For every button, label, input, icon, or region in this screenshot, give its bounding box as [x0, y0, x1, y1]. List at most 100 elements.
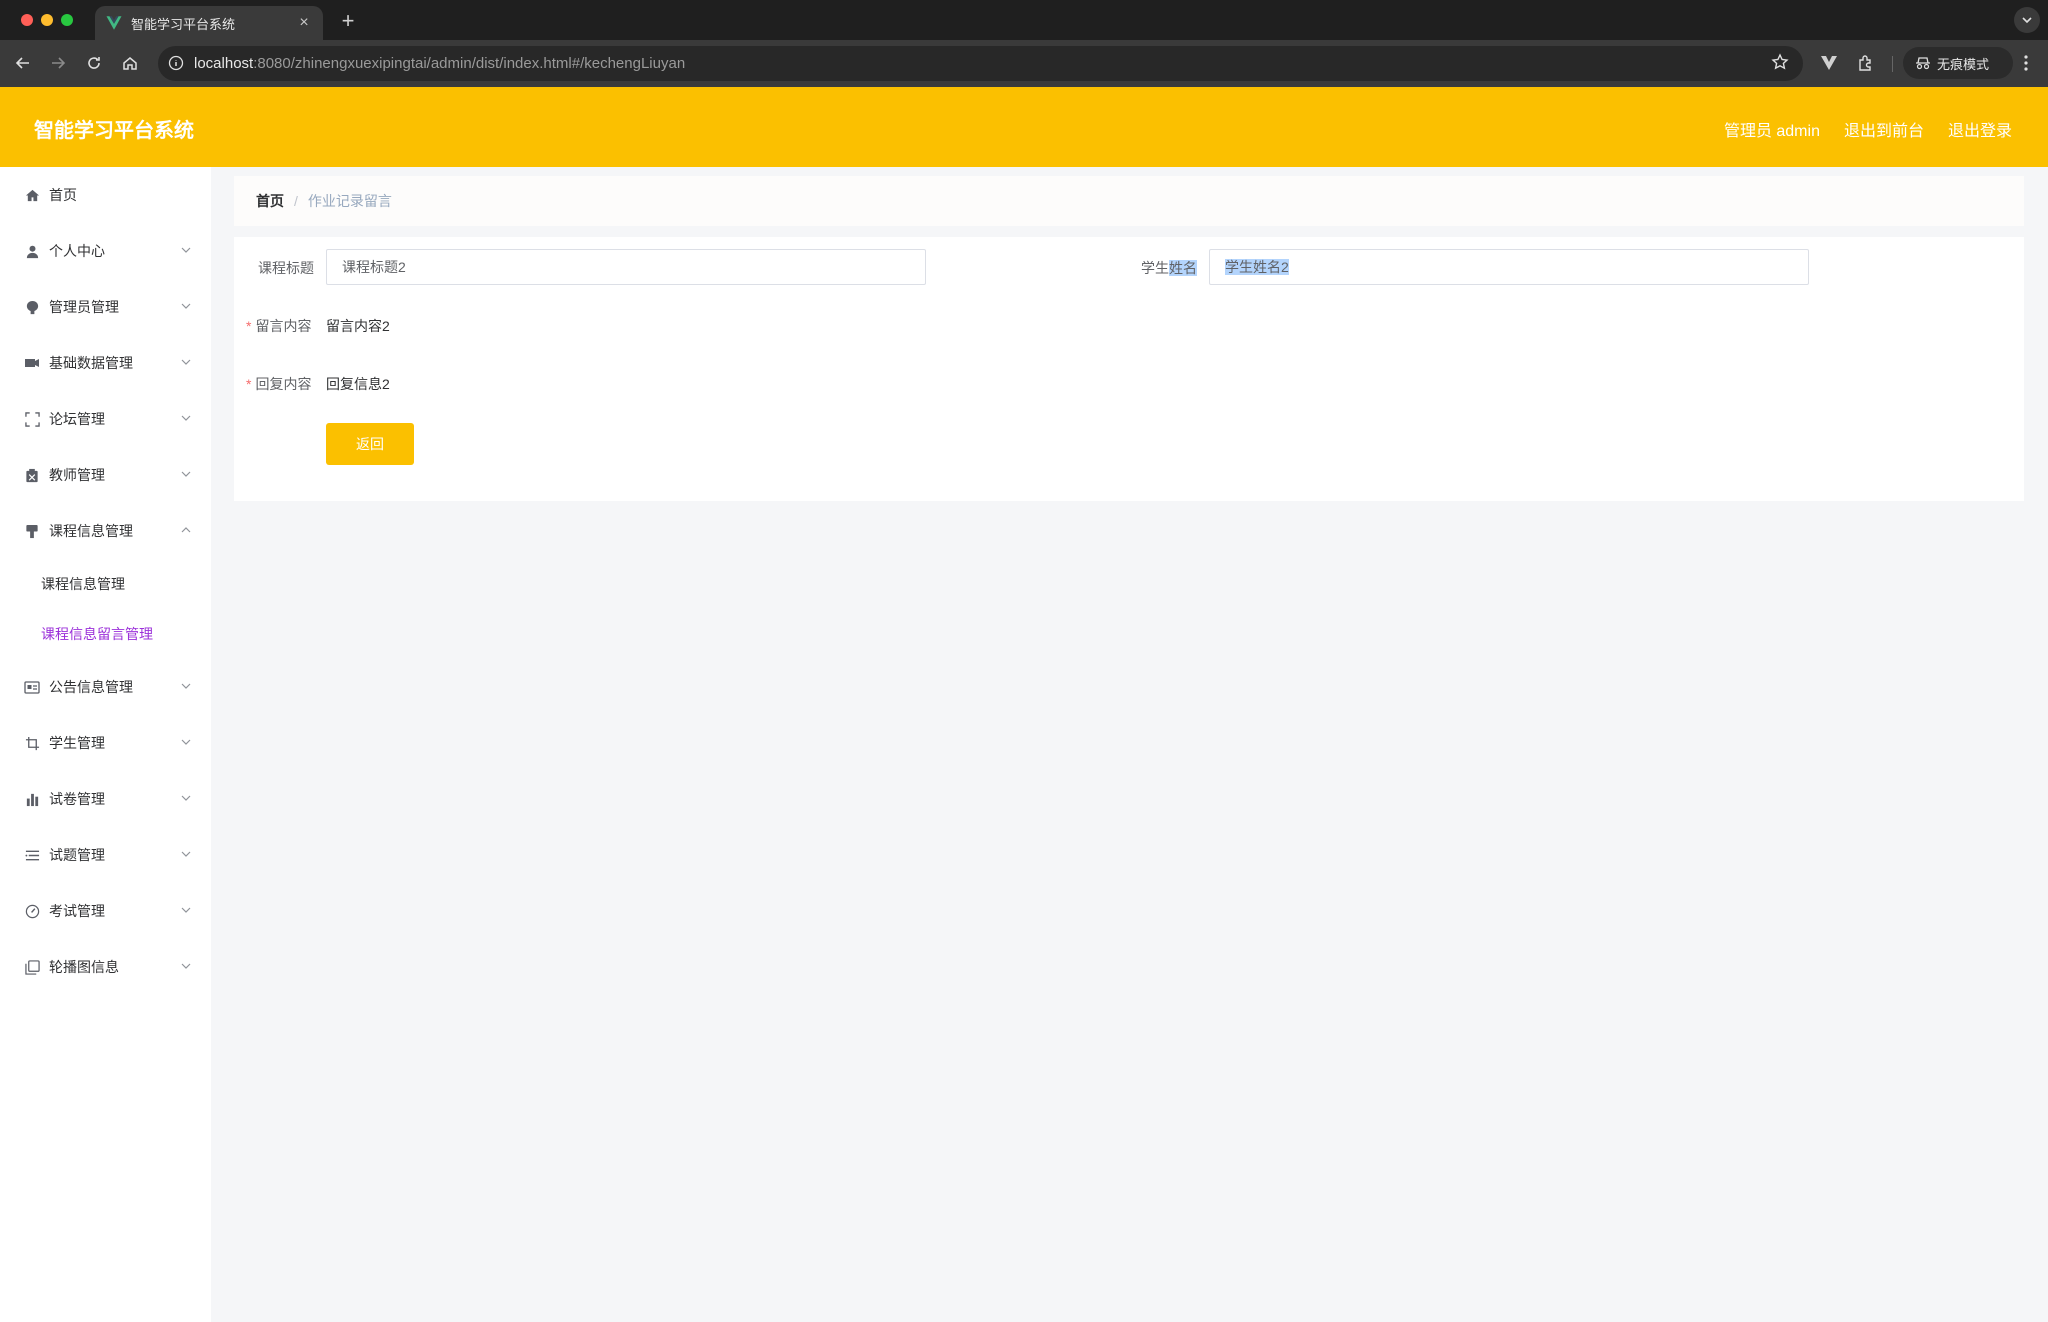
- chevron-down-icon: [181, 247, 191, 253]
- new-tab-icon[interactable]: +: [336, 8, 360, 34]
- back-button[interactable]: 返回: [326, 423, 414, 465]
- message-detail-form: 课程标题 课程标题2 学生姓名 学生姓名2 * 留言内容 留言内容2 * 回复内容 …: [234, 237, 2024, 501]
- sidebar: 首页 个人中心 管理员管理 基础数据管理 论坛管理 教师管理 课程信息管理 课程…: [0, 167, 211, 1322]
- site-info-icon[interactable]: [166, 53, 186, 73]
- sidebar-item-personal-center[interactable]: 个人中心: [0, 223, 211, 279]
- teacher-icon: [24, 467, 40, 483]
- student-name-label: 学生姓名: [1141, 258, 1197, 278]
- student-name-label-part: 学生: [1141, 260, 1169, 276]
- browser-tabstrip: 智能学习平台系统 × +: [0, 0, 2048, 40]
- chevron-down-icon: [181, 415, 191, 421]
- browser-toolbar: localhost:8080/zhinengxuexipingtai/admin…: [0, 40, 2048, 87]
- course-title-input[interactable]: 课程标题2: [326, 249, 926, 285]
- admin-icon: [24, 299, 40, 315]
- incognito-icon: [1916, 57, 1930, 70]
- chevron-down-icon: [181, 795, 191, 801]
- chevron-down-icon: [181, 851, 191, 857]
- tab-title: 智能学习平台系统: [131, 16, 236, 32]
- exam-icon: [24, 903, 40, 919]
- sidebar-item-carousel[interactable]: 轮播图信息: [0, 939, 211, 995]
- sidebar-item-question[interactable]: 试题管理: [0, 827, 211, 883]
- url-path: :8080/zhinengxuexipingtai/admin/dist/ind…: [253, 55, 686, 72]
- sidebar-item-notice[interactable]: 公告信息管理: [0, 659, 211, 715]
- current-user-link[interactable]: 管理员 admin: [1724, 117, 1820, 141]
- browser-menu-icon[interactable]: [2020, 52, 2032, 74]
- maximize-window-button[interactable]: [61, 14, 73, 26]
- student-icon: [24, 735, 40, 751]
- chevron-down-icon: [181, 471, 191, 477]
- tab-search-button[interactable]: [2014, 7, 2040, 33]
- sidebar-item-label: 个人中心: [49, 243, 105, 259]
- sidebar-item-label: 基础数据管理: [49, 355, 133, 371]
- chevron-down-icon: [181, 739, 191, 745]
- sidebar-item-label: 教师管理: [49, 467, 105, 483]
- bookmark-star-icon[interactable]: [1771, 53, 1791, 73]
- data-icon: [24, 355, 40, 371]
- close-window-button[interactable]: [21, 14, 33, 26]
- sidebar-item-teacher[interactable]: 教师管理: [0, 447, 211, 503]
- sidebar-item-label: 课程信息管理: [49, 523, 133, 539]
- home-nav-icon[interactable]: [117, 50, 143, 76]
- header-links: 管理员 admin 退出到前台 退出登录: [1724, 117, 2012, 141]
- sidebar-item-label: 论坛管理: [49, 411, 105, 427]
- user-icon: [24, 243, 40, 259]
- breadcrumb-separator: /: [294, 193, 298, 209]
- forward-nav-icon[interactable]: [45, 50, 71, 76]
- minimize-window-button[interactable]: [41, 14, 53, 26]
- app-title: 智能学习平台系统: [34, 120, 194, 142]
- student-name-input[interactable]: 学生姓名2: [1209, 249, 1809, 285]
- reload-icon[interactable]: [81, 50, 107, 76]
- back-nav-icon[interactable]: [10, 50, 36, 76]
- required-mark: *: [246, 318, 252, 334]
- sidebar-item-label: 考试管理: [49, 903, 105, 919]
- breadcrumb-home-link[interactable]: 首页: [256, 191, 284, 211]
- carousel-icon: [24, 959, 40, 975]
- sidebar-item-label: 管理员管理: [49, 299, 119, 315]
- vue-devtools-extension-icon[interactable]: [1818, 52, 1840, 74]
- student-name-value: 学生姓名2: [1225, 259, 1289, 275]
- chevron-down-icon: [181, 907, 191, 913]
- forum-icon: [24, 411, 40, 427]
- sidebar-item-paper[interactable]: 试卷管理: [0, 771, 211, 827]
- reply-content-label-text: 回复内容: [255, 376, 312, 392]
- sidebar-item-admin[interactable]: 管理员管理: [0, 279, 211, 335]
- paper-icon: [24, 791, 40, 807]
- sidebar-item-label: 首页: [49, 187, 77, 203]
- chevron-down-icon: [181, 303, 191, 309]
- sidebar-item-label: 公告信息管理: [49, 679, 133, 695]
- notice-icon: [24, 679, 40, 695]
- url-text: localhost:8080/zhinengxuexipingtai/admin…: [194, 55, 685, 72]
- extensions-puzzle-icon[interactable]: [1855, 52, 1877, 74]
- toolbar-divider: [1892, 56, 1893, 72]
- submenu-item-course-messages[interactable]: 课程信息留言管理: [0, 609, 211, 659]
- breadcrumb-current: 作业记录留言: [307, 193, 392, 209]
- question-icon: [24, 847, 40, 863]
- chevron-down-icon: [2022, 17, 2032, 24]
- incognito-indicator[interactable]: 无痕模式: [1903, 47, 2013, 79]
- submenu-item-course-info[interactable]: 课程信息管理: [0, 559, 211, 609]
- app-header: 智能学习平台系统 管理员 admin 退出到前台 退出登录: [0, 87, 2048, 167]
- course-icon: [24, 523, 40, 539]
- sidebar-item-forum[interactable]: 论坛管理: [0, 391, 211, 447]
- browser-tab[interactable]: 智能学习平台系统 ×: [95, 6, 323, 40]
- course-title-label: 课程标题: [258, 260, 314, 276]
- sidebar-item-home[interactable]: 首页: [0, 167, 211, 223]
- url-host: localhost: [194, 55, 254, 72]
- tab-close-icon[interactable]: ×: [295, 14, 313, 32]
- sidebar-item-course-info[interactable]: 课程信息管理: [0, 503, 211, 559]
- sidebar-item-label: 学生管理: [49, 735, 105, 751]
- sidebar-item-label: 试题管理: [49, 847, 105, 863]
- exit-to-frontend-link[interactable]: 退出到前台: [1844, 117, 1924, 141]
- sidebar-item-base-data[interactable]: 基础数据管理: [0, 335, 211, 391]
- sidebar-item-exam[interactable]: 考试管理: [0, 883, 211, 939]
- student-name-label-selected: 姓名: [1169, 260, 1197, 276]
- logout-link[interactable]: 退出登录: [1948, 117, 2012, 141]
- incognito-label: 无痕模式: [1937, 56, 1990, 72]
- sidebar-item-student[interactable]: 学生管理: [0, 715, 211, 771]
- vue-logo-icon: [106, 16, 122, 30]
- message-content-label: * 留言内容: [246, 316, 311, 336]
- message-content-value: 留言内容2: [326, 318, 390, 334]
- reply-content-label: * 回复内容: [246, 374, 311, 394]
- address-bar[interactable]: localhost:8080/zhinengxuexipingtai/admin…: [158, 46, 1803, 81]
- chevron-down-icon: [181, 359, 191, 365]
